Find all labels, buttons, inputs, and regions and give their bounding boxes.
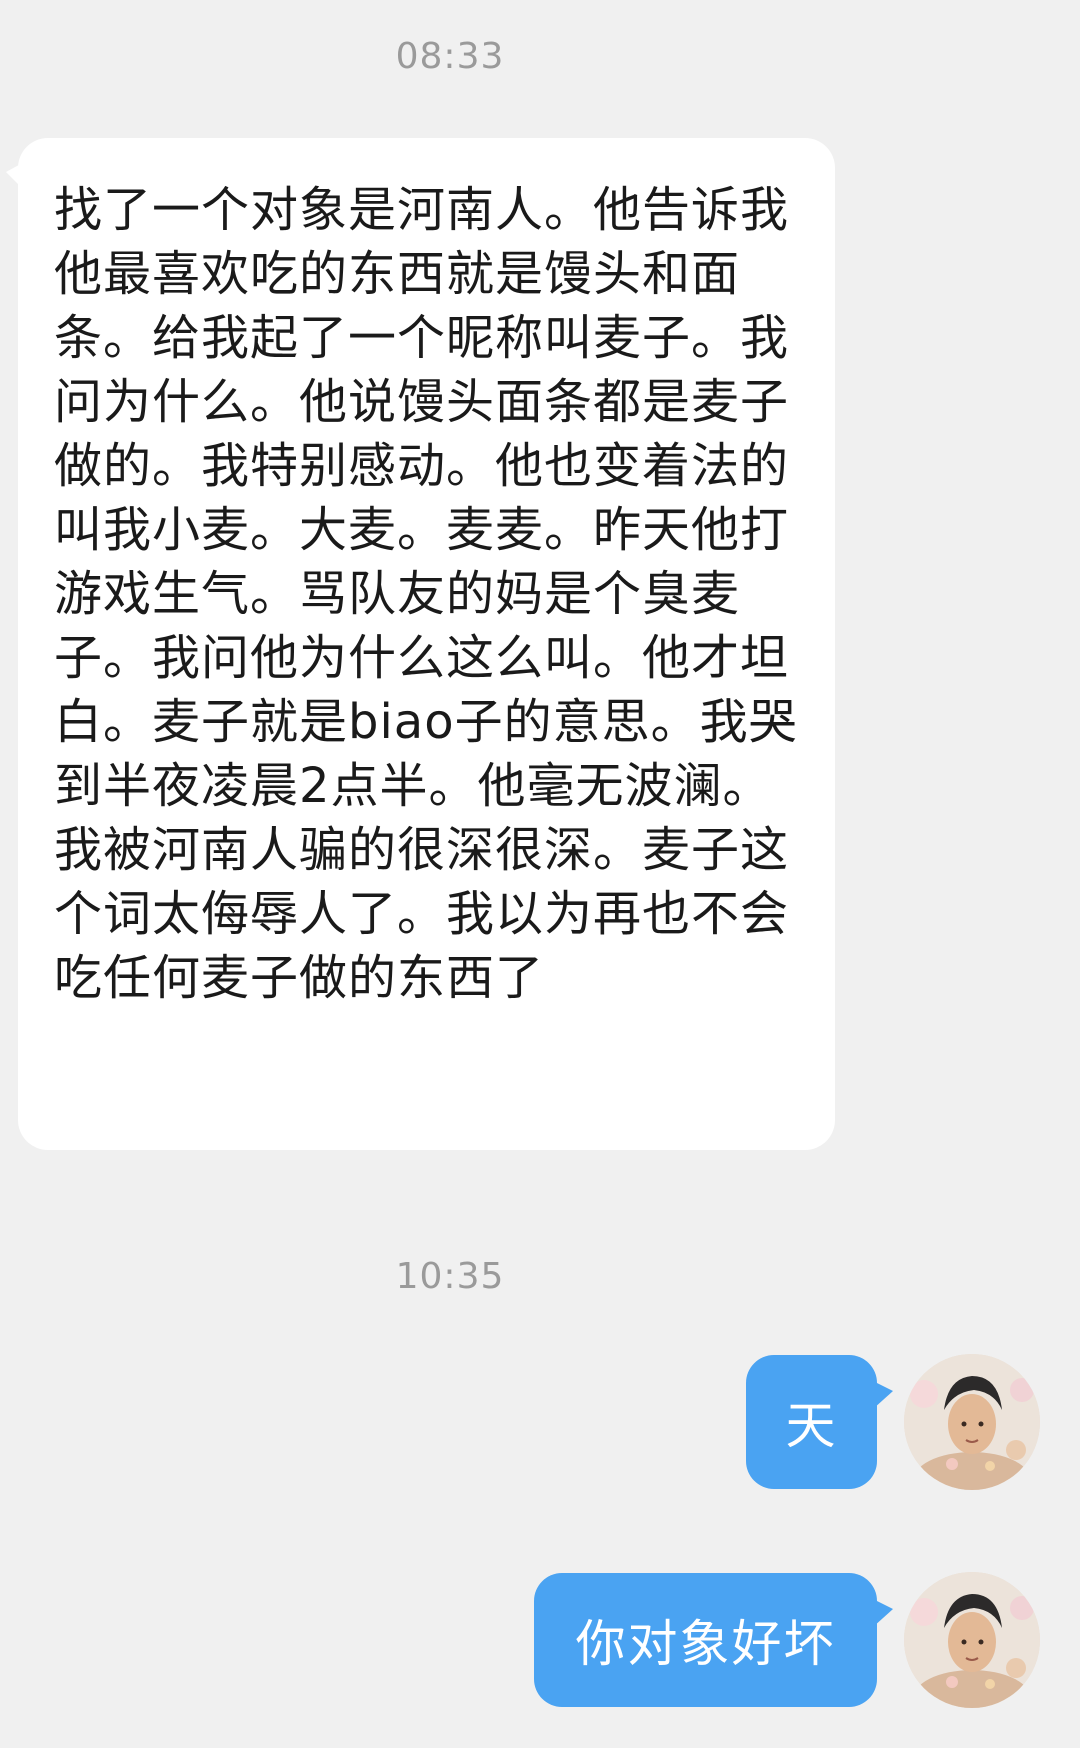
user-avatar-icon[interactable] bbox=[904, 1572, 1040, 1708]
timestamp: 08:33 bbox=[395, 36, 505, 77]
outgoing-message-bubble[interactable]: 天 bbox=[746, 1355, 893, 1489]
incoming-message-bubble[interactable]: 找了一个对象是河南人。他告诉我他最喜欢吃的东西就是馒头和面条。给我起了一个昵称叫… bbox=[6, 138, 835, 1150]
user-avatar-icon[interactable] bbox=[904, 1354, 1040, 1490]
outgoing-message-text: 你对象好坏 bbox=[575, 1615, 836, 1673]
bubble-tail bbox=[873, 1599, 893, 1627]
bubble-tail bbox=[6, 160, 28, 194]
incoming-message-text: 找了一个对象是河南人。他告诉我他最喜欢吃的东西就是馒头和面条。给我起了一个昵称叫… bbox=[54, 182, 798, 1006]
bubble-tail bbox=[873, 1381, 893, 1409]
timestamp: 10:35 bbox=[395, 1256, 505, 1297]
outgoing-message-bubble[interactable]: 你对象好坏 bbox=[534, 1573, 893, 1707]
outgoing-message-text: 天 bbox=[785, 1397, 838, 1455]
